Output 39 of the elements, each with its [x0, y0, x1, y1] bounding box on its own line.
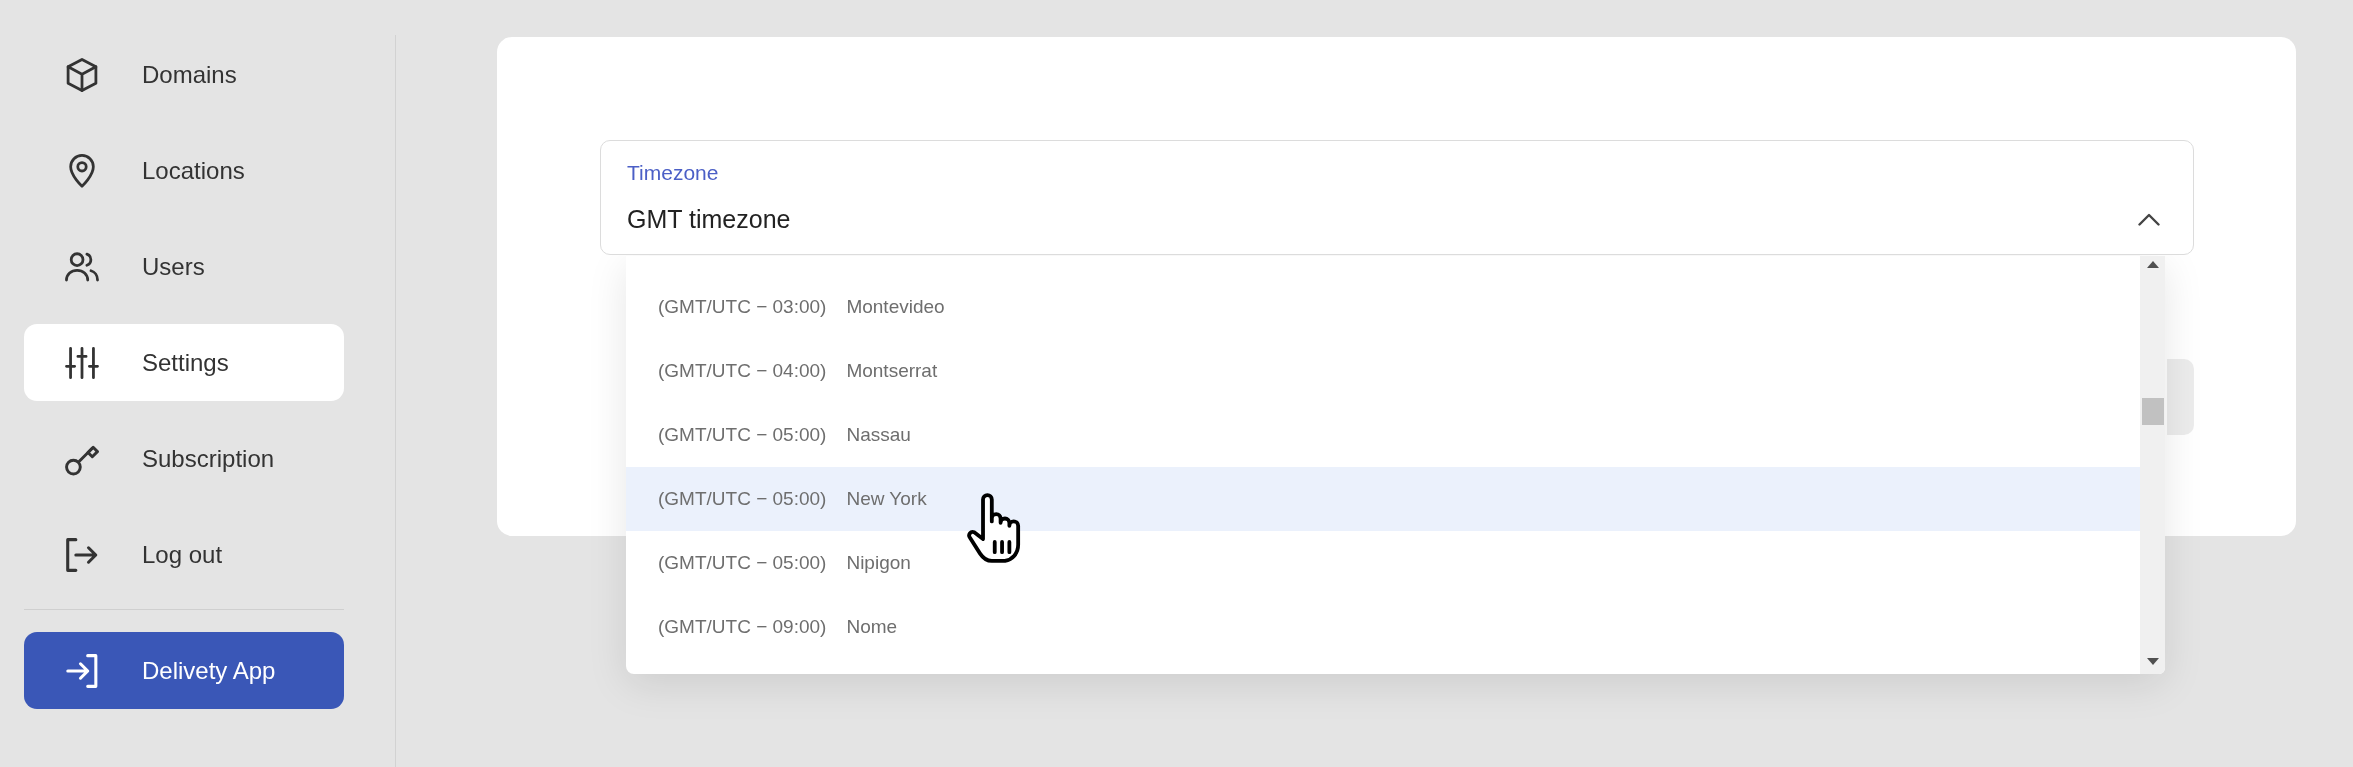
- sidebar-item[interactable]: Log out: [24, 516, 344, 593]
- cube-icon: [65, 57, 99, 92]
- sidebar-item[interactable]: Users: [24, 228, 344, 305]
- utc-offset: (GMT/UTC − 09:00): [658, 616, 827, 638]
- scroll-up-arrow-icon: [2146, 261, 2159, 268]
- city-name: Nipigon: [846, 552, 911, 574]
- dropdown-option[interactable]: (GMT/UTC − 09:00) Nome: [626, 595, 2140, 659]
- dropdown-option[interactable]: (GMT/UTC − 03:00) Montevideo: [626, 275, 2140, 339]
- scroll-down-arrow-icon: [2146, 658, 2159, 665]
- dropdown-option[interactable]: (GMT/UTC − 04:00) Montserrat: [626, 339, 2140, 403]
- sidebar-item[interactable]: Settings: [24, 324, 344, 401]
- app-button[interactable]: Delivety App: [24, 632, 344, 709]
- scrollbar-thumb[interactable]: [2141, 398, 2164, 425]
- city-name: Nome: [846, 616, 898, 638]
- city-name: New York: [846, 488, 927, 510]
- utc-offset: (GMT/UTC − 05:00): [658, 552, 827, 574]
- city-name: Montevideo: [846, 296, 945, 318]
- log-out-icon: [65, 537, 99, 572]
- sidebar-item[interactable]: Subscription: [24, 420, 344, 497]
- selected-value: GMT timezone: [627, 204, 791, 234]
- scrollbar[interactable]: [2140, 256, 2165, 674]
- hand-cursor-icon: [967, 493, 1021, 563]
- chevron-up-icon: [2138, 212, 2160, 226]
- dropdown-option[interactable]: (GMT/UTC − 05:00) New York: [626, 467, 2140, 531]
- city-name: Nassau: [846, 424, 911, 446]
- city-name: Montserrat: [846, 360, 938, 382]
- users-icon: [65, 249, 99, 284]
- dropdown-option[interactable]: (GMT/UTC − 05:00) Nassau: [626, 403, 2140, 467]
- utc-offset: (GMT/UTC − 05:00): [658, 488, 827, 510]
- timezone-select[interactable]: Timezone GMT timezone: [600, 140, 2194, 255]
- sidebar-item[interactable]: Domains: [24, 36, 344, 113]
- sidebar-item[interactable]: Locations: [24, 132, 344, 209]
- utc-offset: (GMT/UTC − 04:00): [658, 360, 827, 382]
- dropdown-option[interactable]: (GMT/UTC − 05:00) Nipigon: [626, 531, 2140, 595]
- utc-offset: (GMT/UTC − 05:00): [658, 424, 827, 446]
- utc-offset: (GMT/UTC − 03:00): [658, 296, 827, 318]
- log-in-icon: [65, 653, 99, 688]
- field-label: Timezone: [627, 160, 719, 186]
- sliders-icon: [65, 345, 99, 380]
